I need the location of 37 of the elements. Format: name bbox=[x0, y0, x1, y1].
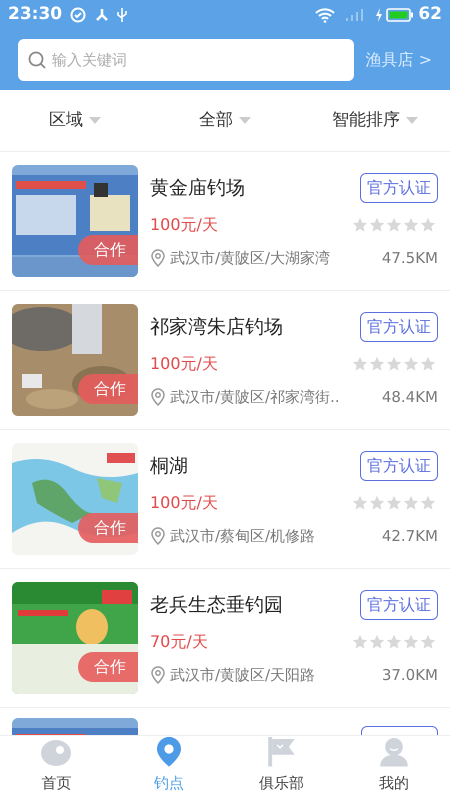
spot-row[interactable]: 合作 桐湖 官方认证 100元/天 武汉市/蔡甸区/机修路 42.7KM bbox=[0, 430, 450, 569]
cooperation-tag: 合作 bbox=[78, 235, 138, 265]
nav-tab[interactable]: 俱乐部 bbox=[225, 736, 338, 800]
filter-dropdown[interactable]: 智能排序 bbox=[300, 108, 450, 134]
spot-row[interactable]: 合作 黄金庙钓场 官方认证 100元/天 武汉市/黄陂区/大湖家湾 47.5KM bbox=[0, 152, 450, 291]
filter-dropdown[interactable]: 全部 bbox=[150, 108, 300, 134]
certified-badge: 官方认证 bbox=[360, 312, 438, 342]
status-time: 23:30 bbox=[8, 3, 62, 26]
location: 武汉市/黄陂区/祁家湾街.. bbox=[170, 386, 340, 408]
cooperation-tag: 合作 bbox=[78, 374, 138, 404]
search-field[interactable]: 输入关键词 bbox=[18, 39, 354, 81]
distance: 47.5KM bbox=[382, 248, 438, 269]
location: 武汉市/黄陂区/天阳路 bbox=[170, 664, 316, 686]
filter-dropdown[interactable]: 区域 bbox=[0, 108, 150, 134]
nav-tab[interactable]: 首页 bbox=[0, 736, 112, 800]
spot-name: 祁家湾朱店钓场 bbox=[150, 314, 283, 340]
distance: 37.0KM bbox=[382, 664, 438, 686]
nav-tab[interactable]: 我的 bbox=[338, 736, 450, 800]
price: 100元/天 bbox=[150, 352, 218, 375]
distance: 42.7KM bbox=[382, 526, 438, 547]
location: 武汉市/蔡甸区/机修路 bbox=[170, 526, 316, 547]
cooperation-tag: 合作 bbox=[78, 652, 138, 682]
price: 70元/天 bbox=[150, 630, 208, 653]
spot-row[interactable]: 合作 老兵生态垂钓园 官方认证 70元/天 武汉市/黄陂区/天阳路 37.0KM bbox=[0, 569, 450, 708]
certified-badge: 官方认证 bbox=[360, 172, 438, 203]
price: 100元/天 bbox=[150, 492, 218, 514]
spot-name: 黄金庙钓场 bbox=[150, 176, 245, 200]
cooperation-tag: 合作 bbox=[78, 513, 138, 543]
spot-name: 桐湖 bbox=[150, 454, 188, 478]
certified-badge: 官方认证 bbox=[360, 590, 438, 620]
spot-name: 老兵生态垂钓园 bbox=[150, 592, 283, 618]
spot-row[interactable]: 合作 祁家湾朱店钓场 官方认证 100元/天 武汉市/黄陂区/祁家湾街.. 48.4KM bbox=[0, 291, 450, 430]
distance: 48.4KM bbox=[382, 386, 438, 408]
location: 武汉市/黄陂区/大湖家湾 bbox=[170, 248, 330, 269]
certified-badge: 官方认证 bbox=[360, 450, 438, 481]
price: 100元/天 bbox=[150, 214, 218, 236]
battery-percent: 62 bbox=[418, 3, 442, 26]
